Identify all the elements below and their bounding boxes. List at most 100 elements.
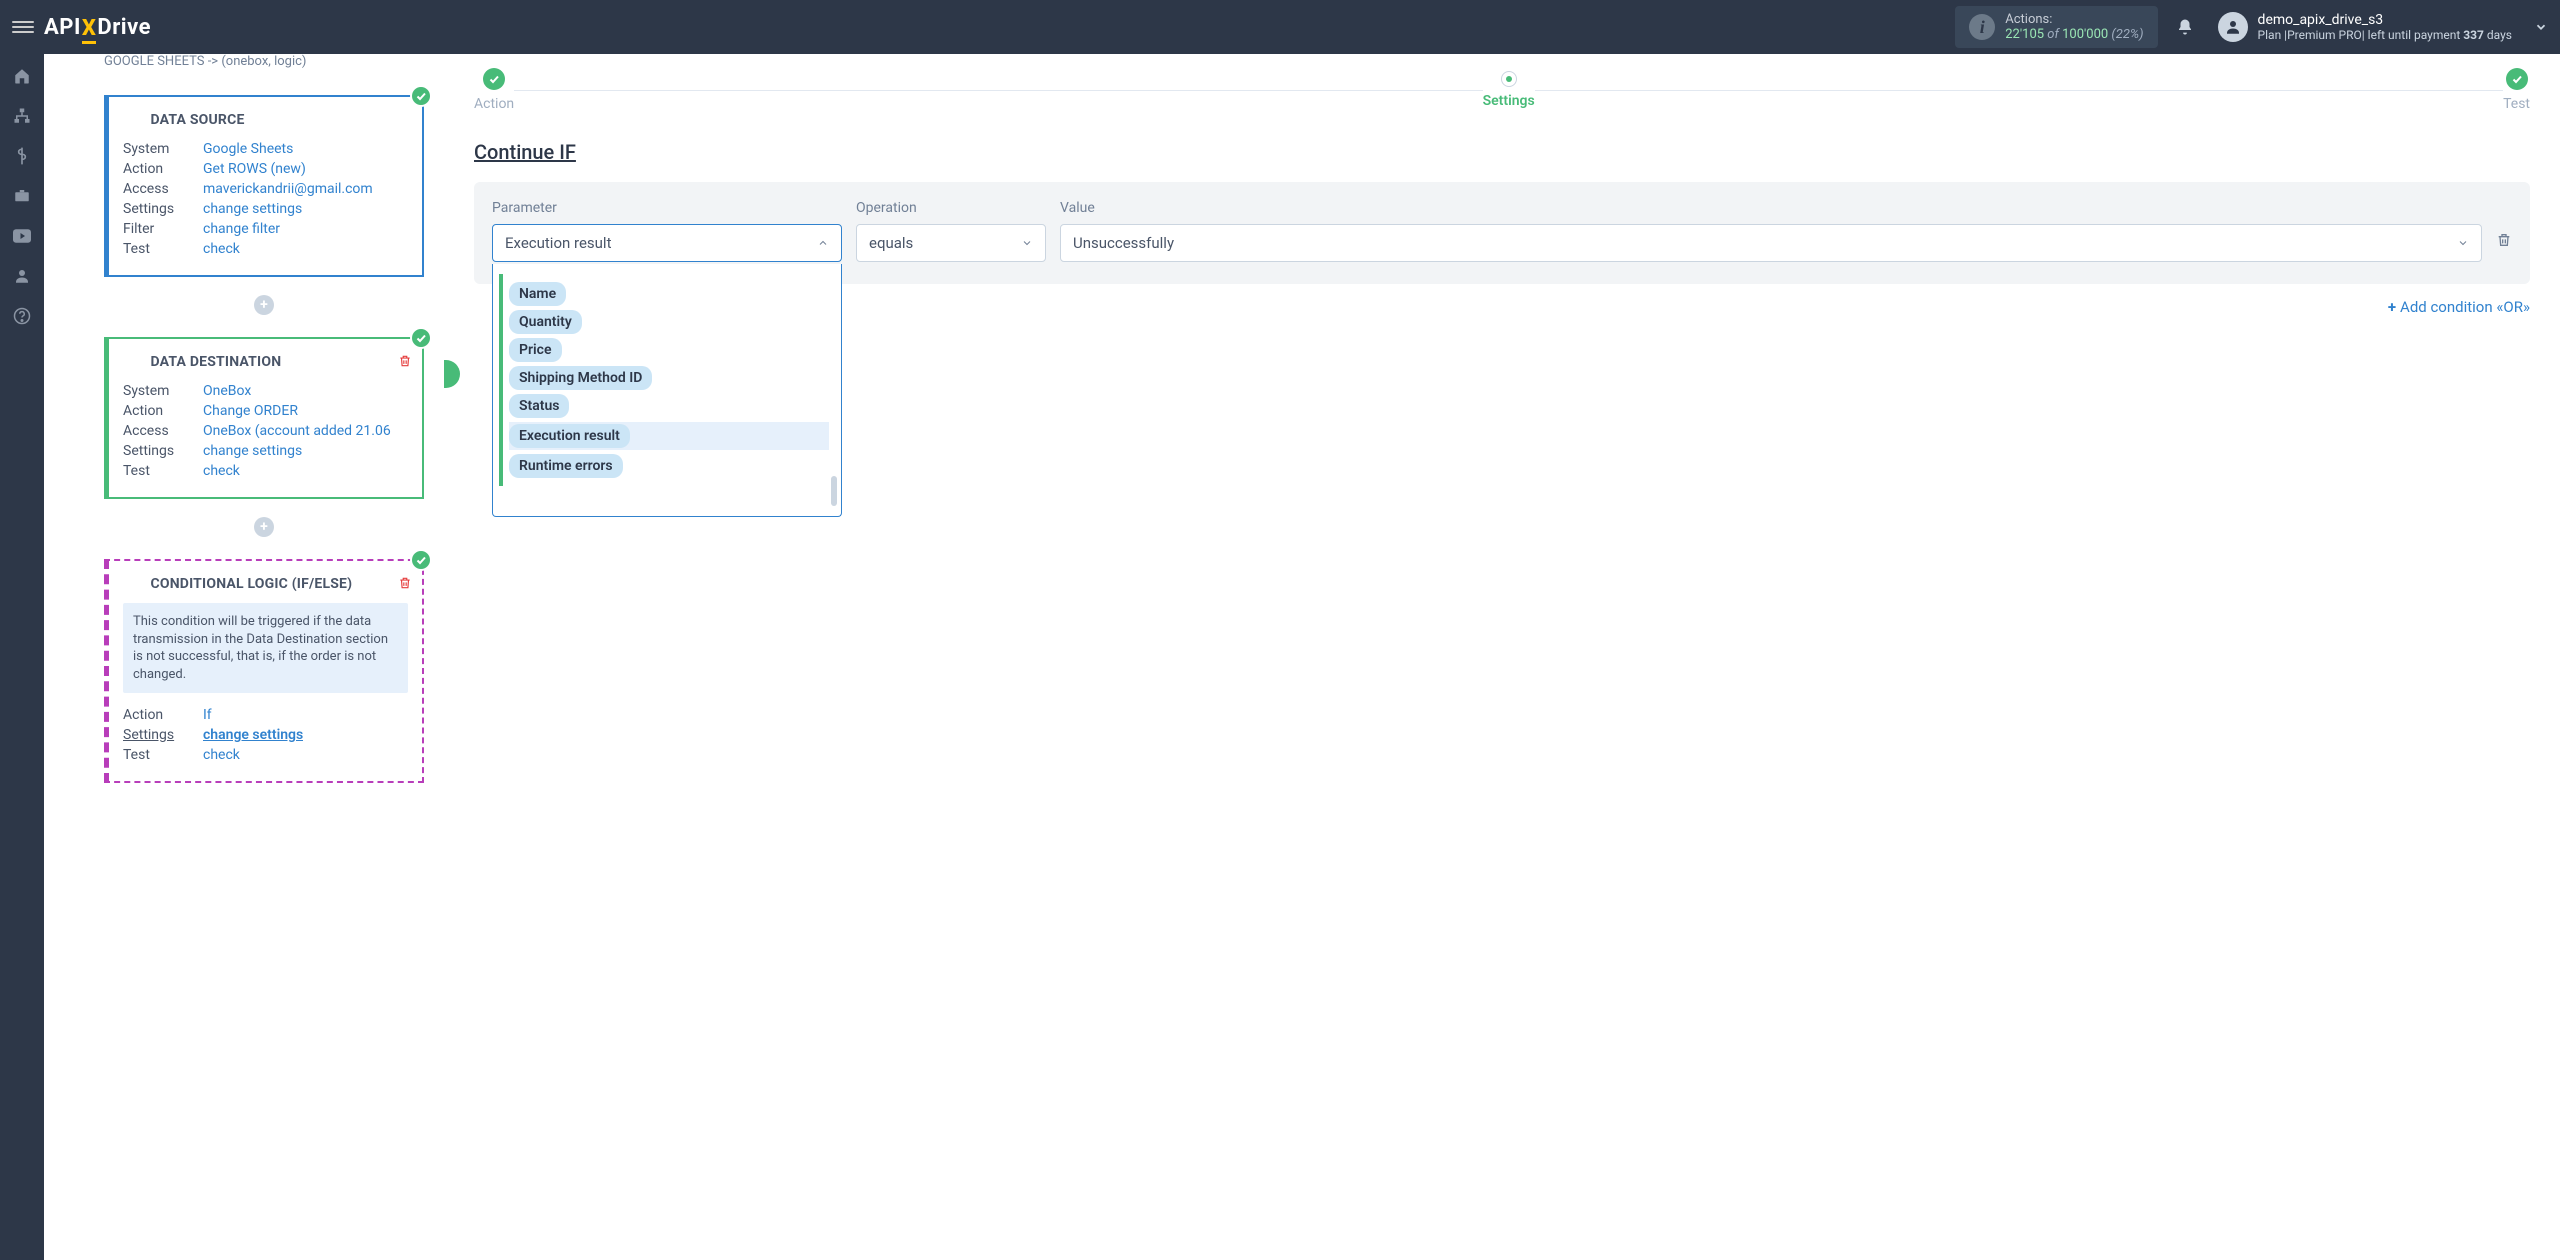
step-test[interactable]: Test bbox=[2503, 68, 2530, 112]
add-step-button[interactable]: + bbox=[254, 295, 274, 315]
dropdown-option[interactable]: Status bbox=[509, 394, 829, 418]
briefcase-icon[interactable] bbox=[12, 186, 32, 206]
card-number: 2 bbox=[123, 353, 141, 371]
delete-icon[interactable] bbox=[398, 575, 412, 591]
card-row: Settingschange settings bbox=[123, 443, 408, 459]
row-label: Filter bbox=[123, 221, 203, 237]
condition-note: This condition will be triggered if the … bbox=[123, 603, 408, 693]
row-label: Action bbox=[123, 707, 203, 723]
option-chip[interactable]: Runtime errors bbox=[509, 454, 623, 478]
card-conditional-logic[interactable]: 3 CONDITIONAL LOGIC (IF/ELSE) This condi… bbox=[104, 559, 424, 783]
main: GOOGLE SHEETS -> (onebox, logic) 1 DATA … bbox=[44, 54, 2560, 1260]
card-data-source[interactable]: 1 DATA SOURCE SystemGoogle SheetsActionG… bbox=[104, 95, 424, 277]
parameter-value: Execution result bbox=[505, 234, 611, 252]
card-data-destination[interactable]: 2 DATA DESTINATION SystemOneBox ActionCha… bbox=[104, 337, 424, 499]
row-value[interactable]: Google Sheets bbox=[203, 141, 293, 157]
row-value[interactable]: change settings bbox=[203, 443, 302, 459]
option-chip[interactable]: Quantity bbox=[509, 310, 582, 334]
card-title: DATA DESTINATION bbox=[150, 354, 281, 370]
row-label: Settings bbox=[123, 443, 203, 459]
expand-chevron-icon[interactable] bbox=[2534, 20, 2548, 34]
row-label: Access bbox=[123, 423, 203, 439]
dropdown-option[interactable]: Execution result bbox=[509, 422, 829, 450]
dropdown-scrollbar[interactable] bbox=[831, 476, 837, 506]
check-icon bbox=[410, 85, 432, 107]
operation-field: Operation equals bbox=[856, 200, 1046, 262]
row-value[interactable]: OneBox bbox=[203, 383, 251, 399]
settings-panel: Action Settings Test Continue IF Paramet… bbox=[444, 54, 2560, 1260]
row-value[interactable]: OneBox (account added 21.06 bbox=[203, 423, 391, 439]
actions-label: Actions: bbox=[2005, 12, 2143, 27]
card-number: 1 bbox=[123, 111, 141, 129]
flow-breadcrumb: GOOGLE SHEETS -> (onebox, logic) bbox=[104, 54, 424, 73]
dropdown-option[interactable]: Runtime errors bbox=[509, 454, 829, 478]
actions-values: 22'105 of 100'000 (22%) bbox=[2005, 27, 2143, 42]
username: demo_apix_drive_s3 bbox=[2258, 12, 2512, 28]
row-label: Action bbox=[123, 403, 203, 419]
info-icon: i bbox=[1969, 14, 1995, 40]
card-row: Settingschange settings bbox=[123, 201, 408, 217]
parameter-select[interactable]: Execution result bbox=[492, 224, 842, 262]
card-row: ActionIf bbox=[123, 707, 408, 723]
sitemap-icon[interactable] bbox=[12, 106, 32, 126]
row-label: System bbox=[123, 141, 203, 157]
card-title: CONDITIONAL LOGIC (IF/ELSE) bbox=[150, 576, 352, 592]
row-value[interactable]: maverickandrii@gmail.com bbox=[203, 181, 373, 197]
value-select[interactable]: Unsuccessfully bbox=[1060, 224, 2482, 262]
check-icon bbox=[410, 327, 432, 349]
row-label: Test bbox=[123, 463, 203, 479]
youtube-icon[interactable] bbox=[12, 226, 32, 246]
dropdown-option[interactable]: Shipping Method ID bbox=[509, 366, 829, 390]
home-icon[interactable] bbox=[12, 66, 32, 86]
option-chip[interactable]: Price bbox=[509, 338, 562, 362]
row-value[interactable]: Change ORDER bbox=[203, 403, 298, 419]
user-block[interactable]: demo_apix_drive_s3 Plan |Premium PRO| le… bbox=[2218, 12, 2512, 42]
dropdown-option[interactable]: Price bbox=[509, 338, 829, 362]
row-value[interactable]: change filter bbox=[203, 221, 280, 237]
parameter-dropdown[interactable]: Name Quantity Price Shipping Method ID Statu… bbox=[492, 264, 842, 517]
operation-select[interactable]: equals bbox=[856, 224, 1046, 262]
parameter-label: Parameter bbox=[492, 200, 842, 216]
row-value[interactable]: Get ROWS (new) bbox=[203, 161, 306, 177]
option-chip[interactable]: Name bbox=[509, 282, 566, 306]
card-row: Testcheck bbox=[123, 463, 408, 479]
continue-if-heading: Continue IF bbox=[474, 140, 2530, 164]
dollar-icon[interactable] bbox=[12, 146, 32, 166]
step-action[interactable]: Action bbox=[474, 68, 514, 112]
value-field: Value Unsuccessfully bbox=[1060, 200, 2482, 262]
actions-usage-box[interactable]: i Actions: 22'105 of 100'000 (22%) bbox=[1955, 6, 2157, 48]
row-value[interactable]: check bbox=[203, 241, 240, 257]
row-label: Test bbox=[123, 241, 203, 257]
option-chip[interactable]: Execution result bbox=[509, 424, 630, 448]
card-row: Accessmaverickandrii@gmail.com bbox=[123, 181, 408, 197]
notifications-bell-icon[interactable] bbox=[2176, 18, 2210, 36]
card-row: SystemOneBox bbox=[123, 383, 408, 399]
row-value[interactable]: change settings bbox=[203, 201, 302, 217]
update-button-partial[interactable] bbox=[444, 360, 460, 388]
operation-label: Operation bbox=[856, 200, 1046, 216]
add-step-button[interactable]: + bbox=[254, 517, 274, 537]
chevron-up-icon bbox=[817, 237, 829, 249]
row-value[interactable]: check bbox=[203, 463, 240, 479]
option-chip[interactable]: Status bbox=[509, 394, 569, 418]
condition-panel: Parameter Execution result NameQuantityP… bbox=[474, 182, 2530, 284]
row-label: Settings bbox=[123, 727, 203, 743]
card-header: 2 DATA DESTINATION bbox=[123, 353, 408, 371]
row-value[interactable]: check bbox=[203, 747, 240, 763]
user-icon[interactable] bbox=[12, 266, 32, 286]
card-number: 3 bbox=[123, 575, 141, 593]
hamburger-menu-icon[interactable] bbox=[12, 16, 34, 38]
row-value[interactable]: change settings bbox=[203, 727, 303, 743]
help-icon[interactable] bbox=[12, 306, 32, 326]
logo[interactable]: API X Drive bbox=[44, 15, 151, 40]
dropdown-option[interactable]: Name bbox=[509, 282, 829, 306]
chevron-down-icon bbox=[1021, 237, 1033, 249]
row-value[interactable]: If bbox=[203, 707, 212, 723]
dropdown-option[interactable]: Quantity bbox=[509, 310, 829, 334]
step-settings[interactable]: Settings bbox=[1483, 71, 1535, 109]
delete-condition-icon[interactable] bbox=[2496, 231, 2512, 249]
card-row: Testcheck bbox=[123, 241, 408, 257]
delete-icon[interactable] bbox=[398, 353, 412, 369]
option-chip[interactable]: Shipping Method ID bbox=[509, 366, 652, 390]
card-header: 1 DATA SOURCE bbox=[123, 111, 408, 129]
